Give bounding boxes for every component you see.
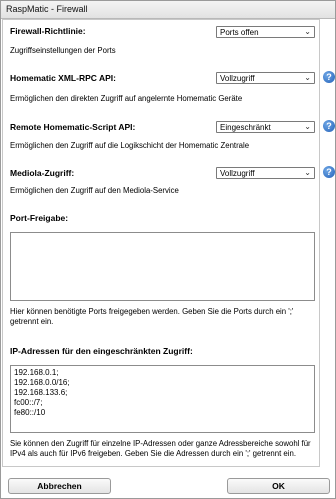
script-api-help-icon[interactable]: ? — [323, 120, 335, 132]
ip-addresses-desc-line2: IPv4 als auch für IPv6 freigeben. Geben … — [10, 449, 297, 458]
xmlrpc-help-icon[interactable]: ? — [323, 71, 335, 83]
xmlrpc-value: Vollzugriff — [220, 74, 255, 83]
xmlrpc-select[interactable]: Vollzugriff ⌄ — [216, 72, 315, 84]
firewall-policy-value: Ports offen — [220, 28, 259, 37]
ip-address-line: 192.168.0.0/16; — [14, 378, 70, 387]
window-title: RaspMatic - Firewall — [6, 4, 88, 14]
firewall-dialog: RaspMatic - Firewall Firewall-Richtlinie… — [0, 0, 336, 499]
script-api-select[interactable]: Eingeschränkt ⌄ — [216, 121, 315, 133]
dialog-content[interactable]: Firewall-Richtlinie: Ports offen ⌄ Zugri… — [2, 19, 335, 467]
mediola-value: Vollzugriff — [220, 169, 255, 178]
port-release-desc-line2: getrennt ein. — [10, 317, 54, 326]
chevron-down-icon: ⌄ — [304, 27, 311, 36]
ip-addresses-label: IP-Adressen für den eingeschränkten Zugr… — [10, 346, 193, 356]
xmlrpc-desc: Ermöglichen den direkten Zugriff auf ang… — [10, 94, 243, 103]
ok-button[interactable]: OK — [227, 478, 330, 494]
mediola-label: Mediola-Zugriff: — [10, 168, 75, 178]
xmlrpc-label: Homematic XML-RPC API: — [10, 73, 116, 83]
ip-addresses-textarea[interactable]: 192.168.0.1; 192.168.0.0/16; 192.168.133… — [10, 365, 315, 433]
firewall-policy-desc: Zugriffseinstellungen der Ports — [10, 46, 116, 55]
ip-address-line: 192.168.0.1; — [14, 368, 59, 377]
cancel-button[interactable]: Abbrechen — [8, 478, 111, 494]
ip-address-line: 192.168.133.6; — [14, 388, 68, 397]
mediola-select[interactable]: Vollzugriff ⌄ — [216, 167, 315, 179]
firewall-policy-select[interactable]: Ports offen ⌄ — [216, 26, 315, 38]
script-api-value: Eingeschränkt — [220, 123, 271, 132]
port-release-desc-line1: Hier können benötigte Ports freigegeben … — [10, 307, 294, 316]
firewall-policy-label: Firewall-Richtlinie: — [10, 26, 86, 36]
mediola-desc: Ermöglichen den Zugriff auf den Mediola-… — [10, 186, 179, 195]
ip-addresses-desc-line1: Sie können den Zugriff für einzelne IP-A… — [10, 439, 311, 448]
ip-address-line: fc00::/7; — [14, 398, 43, 407]
port-release-label: Port-Freigabe: — [10, 213, 69, 223]
title-bar[interactable]: RaspMatic - Firewall — [1, 1, 335, 19]
mediola-help-icon[interactable]: ? — [323, 166, 335, 178]
ip-address-line: fe80::/10 — [14, 408, 46, 417]
script-api-desc: Ermöglichen den Zugriff auf die Logiksch… — [10, 141, 250, 150]
chevron-down-icon: ⌄ — [304, 122, 311, 131]
script-api-label: Remote Homematic-Script API: — [10, 122, 136, 132]
chevron-down-icon: ⌄ — [304, 73, 311, 82]
port-release-textarea[interactable] — [10, 232, 315, 301]
chevron-down-icon: ⌄ — [304, 168, 311, 177]
